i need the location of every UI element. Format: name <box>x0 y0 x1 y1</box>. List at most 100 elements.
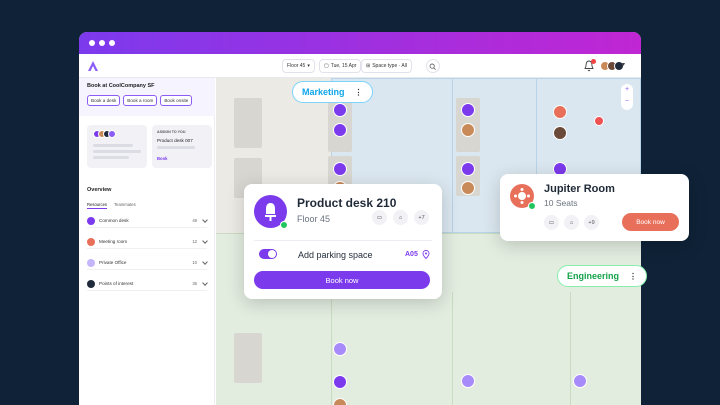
parking-code: A05 <box>405 251 418 258</box>
avatar-group <box>93 130 116 138</box>
book-room-button[interactable]: Book a room <box>123 95 158 106</box>
room-detail-card[interactable]: Jupiter Room 10 Seats ▭ ⌂ +9 Book now <box>500 174 689 241</box>
window-dot-icon[interactable] <box>99 40 105 46</box>
book-desk-now-button[interactable]: Book now <box>254 271 430 289</box>
floor-filter-label: Floor 45 <box>287 63 306 69</box>
desk-pin-icon[interactable] <box>333 123 347 137</box>
wall <box>331 292 332 405</box>
chevron-down-icon <box>202 279 208 286</box>
zoom-control[interactable]: + − <box>621 84 633 110</box>
resource-label: Private Office <box>99 260 127 265</box>
amenity-icon: ⌂ <box>393 210 408 225</box>
zoom-in-button[interactable]: + <box>621 84 633 96</box>
assign-header: ASSIGN TO YOU <box>157 130 186 134</box>
teammate-avatar[interactable] <box>461 123 475 137</box>
calendar-icon: ▢ <box>324 63 329 69</box>
tab-resources[interactable]: Resources <box>87 202 108 209</box>
grid-icon: ⊞ <box>366 63 371 69</box>
sidebar: Book at CoolCompany SF Book a desk Book … <box>79 78 215 405</box>
teammate-avatar[interactable] <box>553 126 567 140</box>
more-options-icon[interactable]: ⋮ <box>355 88 363 97</box>
marketing-zone-tag[interactable]: Marketing ⋮ <box>292 81 373 103</box>
wall <box>452 78 453 233</box>
desk-pin-icon[interactable] <box>333 103 347 117</box>
teammate-avatar[interactable] <box>461 181 475 195</box>
placeholder-line <box>93 156 129 159</box>
search-button[interactable] <box>426 59 440 73</box>
book-room-now-button[interactable]: Book now <box>622 213 679 231</box>
parking-toggle[interactable] <box>259 249 277 259</box>
resource-row-meeting-room[interactable]: Meeting room 12 <box>87 235 208 249</box>
office-icon <box>87 258 95 267</box>
resource-label: Common desk <box>99 218 129 223</box>
zoom-out-button[interactable]: − <box>621 96 633 108</box>
available-status-icon <box>280 221 288 229</box>
date-filter[interactable]: ▢ Tue, 15 Apr <box>319 59 362 73</box>
resource-row-points-of-interest[interactable]: Points of interest 35 <box>87 277 208 291</box>
meeting-room-icon <box>87 237 95 246</box>
space-type-filter[interactable]: ⊞ Space type · All <box>361 59 412 73</box>
wall <box>452 292 453 405</box>
app-logo-icon[interactable] <box>87 60 99 72</box>
resource-row-common-desk[interactable]: Common desk 49 <box>87 214 208 228</box>
zone-label: Engineering <box>567 271 620 281</box>
placeholder-line <box>93 150 141 153</box>
wall <box>570 292 571 405</box>
avatar <box>108 130 116 138</box>
window-titlebar <box>79 32 641 54</box>
date-filter-label: Tue, 15 Apr <box>330 63 357 69</box>
meeting-room-pin-icon[interactable] <box>553 105 567 119</box>
divider <box>254 240 432 241</box>
assigned-desk-name: Product desk 007 <box>157 138 193 143</box>
desk-pin-icon[interactable] <box>333 162 347 176</box>
chevron-down-icon[interactable]: ▾ <box>622 61 625 68</box>
desk-pin-icon[interactable] <box>333 375 347 389</box>
placeholder-line <box>93 144 133 147</box>
more-amenities-badge[interactable]: +9 <box>584 215 599 230</box>
window-dot-icon[interactable] <box>89 40 95 46</box>
book-desk-button[interactable]: Book a desk <box>87 95 121 106</box>
poi-icon <box>87 279 95 288</box>
floor-filter[interactable]: Floor 45 ▾ <box>282 59 315 73</box>
resource-row-private-office[interactable]: Private Office 10 <box>87 256 208 270</box>
desk-detail-card[interactable]: Product desk 210 Floor 45 ▭ ⌂ +7 Add par… <box>244 184 442 299</box>
avatar-group[interactable] <box>600 61 624 71</box>
desk-cluster <box>234 98 262 148</box>
point-of-interest-icon[interactable] <box>594 116 604 126</box>
resource-count: 10 <box>192 260 197 265</box>
desk-pin-icon[interactable] <box>333 342 347 356</box>
window-dot-icon[interactable] <box>109 40 115 46</box>
book-panel: Book at CoolCompany SF Book a desk Book … <box>79 78 215 116</box>
resource-label: Meeting room <box>99 239 128 244</box>
desk-pin-icon[interactable] <box>461 162 475 176</box>
more-options-icon[interactable]: ⋮ <box>629 272 637 281</box>
resource-count: 35 <box>192 281 197 286</box>
teammate-avatar[interactable] <box>333 398 347 405</box>
room-title: Jupiter Room <box>544 183 615 195</box>
engineering-zone-tag[interactable]: Engineering ⋮ <box>557 265 648 287</box>
chevron-down-icon <box>202 237 208 244</box>
desk-pin-icon[interactable] <box>461 103 475 117</box>
more-amenities-badge[interactable]: +7 <box>414 210 429 225</box>
placeholder-line <box>157 146 195 149</box>
assigned-book-link[interactable]: Book <box>157 156 167 161</box>
screen-icon: ▭ <box>544 215 559 230</box>
tab-teammates[interactable]: Teammates <box>114 202 136 209</box>
available-status-icon <box>528 202 536 210</box>
amenity-icon: ⌂ <box>564 215 579 230</box>
chevron-down-icon <box>202 258 208 265</box>
resource-count: 12 <box>192 239 197 244</box>
chevron-down-icon <box>202 216 208 223</box>
parking-label: Add parking space <box>298 250 373 260</box>
overview-title: Overview <box>87 187 112 193</box>
book-panel-title: Book at CoolCompany SF <box>87 83 155 89</box>
private-office-pin-icon[interactable] <box>461 374 475 388</box>
desk-title: Product desk 210 <box>297 196 397 210</box>
book-onsite-button[interactable]: Book onsite <box>160 95 193 106</box>
team-card[interactable] <box>87 125 147 168</box>
assigned-desk-card[interactable]: ASSIGN TO YOU Product desk 007 Book <box>152 125 212 168</box>
location-pin-icon <box>422 250 430 259</box>
private-office-pin-icon[interactable] <box>573 374 587 388</box>
monitor-icon: ▭ <box>372 210 387 225</box>
space-type-filter-label: Space type · All <box>372 63 407 69</box>
